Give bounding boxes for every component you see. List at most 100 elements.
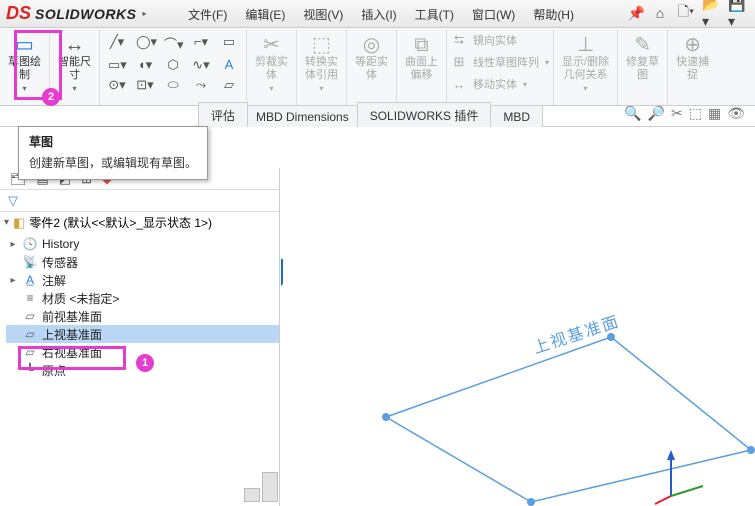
menu-bar: 文件(F) 编辑(E) 视图(V) 插入(I) 工具(T) 窗口(W) 帮助(H… bbox=[0, 3, 582, 25]
menu-file[interactable]: 文件(F) bbox=[180, 4, 235, 25]
menu-insert[interactable]: 插入(I) bbox=[353, 4, 404, 25]
section-view-icon[interactable]: ✂ bbox=[671, 105, 683, 122]
menu-window[interactable]: 窗口(W) bbox=[464, 4, 523, 25]
tab-mbd[interactable]: MBD bbox=[490, 105, 543, 127]
expand-icon[interactable]: ▾ bbox=[4, 217, 9, 228]
tree-item-annotations[interactable]: ▸A̲注解 bbox=[6, 271, 279, 289]
offset-icon: ◎ bbox=[363, 34, 380, 56]
filter-icon[interactable]: ▽ bbox=[8, 193, 18, 209]
spline-tool-icon[interactable]: ∿▾ bbox=[192, 57, 210, 73]
ribbon-group-repair: ✎ 修复草 图 bbox=[618, 30, 668, 105]
move-label: 移动实体 bbox=[473, 76, 517, 92]
command-ribbon: ▭ 草图绘 制 ▾ ↔ 智能尺 寸 ▾ ╱▾ ◯▾ ⌒▾ ⌐▾ ▭ ▭▾ ◖▾ … bbox=[0, 28, 755, 106]
hide-show-icon[interactable]: 👁 bbox=[727, 105, 745, 122]
watermark-line2: WWW.RJZXW.COM bbox=[281, 292, 286, 306]
tree-item-history[interactable]: ▸🕓History bbox=[6, 235, 279, 253]
tree-item-material[interactable]: ≡ 材质 <未指定> bbox=[6, 289, 279, 307]
annotation-highlight-1 bbox=[18, 346, 126, 370]
tree-item-label: History bbox=[42, 237, 79, 251]
ribbon-group-relations: ⊥ 显示/删除 几何关系 ▾ bbox=[554, 30, 618, 105]
view-orientation-icon[interactable]: ⬚ bbox=[689, 105, 702, 122]
repair-label: 修复草 图 bbox=[626, 56, 659, 82]
text-tool-icon[interactable]: A bbox=[220, 57, 238, 73]
dropdown-icon[interactable]: ▾ bbox=[584, 82, 588, 95]
plane-icon: ▱ bbox=[22, 327, 38, 341]
new-doc-icon[interactable]: 🗋▾ bbox=[675, 3, 697, 23]
select-box-icon[interactable]: ▭ bbox=[220, 34, 238, 53]
slot-tool-icon[interactable]: ◖▾ bbox=[136, 57, 154, 73]
convert-entities-button[interactable]: ⬚ 转换实 体引用 ▾ bbox=[301, 32, 342, 97]
centerline-tool-icon[interactable]: ⊡▾ bbox=[136, 77, 154, 93]
show-relations-button[interactable]: ⊥ 显示/删除 几何关系 ▾ bbox=[558, 32, 613, 97]
display-style-icon[interactable]: ▦ bbox=[708, 105, 721, 122]
plane-icon: ▱ bbox=[22, 309, 38, 323]
line-tool-icon[interactable]: ╱▾ bbox=[108, 34, 126, 53]
tree-item-label: 前视基准面 bbox=[42, 308, 102, 325]
polygon-tool-icon[interactable]: ⬡ bbox=[164, 57, 182, 73]
trim-entities-button[interactable]: ✂ 剪裁实 体 ▾ bbox=[251, 32, 292, 97]
tree-item-top-plane[interactable]: ▱ 上视基准面 bbox=[6, 325, 279, 343]
dropdown-icon[interactable]: ▾ bbox=[319, 82, 323, 95]
tree-item-label: 上视基准面 bbox=[42, 326, 102, 343]
move-entities-button[interactable]: ↔移动实体▾ bbox=[451, 76, 549, 92]
dropdown-icon[interactable]: ▾ bbox=[269, 82, 273, 95]
home-icon[interactable]: ⌂ bbox=[649, 3, 671, 23]
ribbon-group-trim: ✂ 剪裁实 体 ▾ bbox=[247, 30, 297, 105]
pattern-icon: ⊞ bbox=[451, 54, 467, 70]
circle-tool-icon[interactable]: ◯▾ bbox=[136, 34, 154, 53]
mirror-entities-button[interactable]: ⮀镜向实体 bbox=[451, 32, 549, 48]
zoom-to-fit-icon[interactable]: 🔍 bbox=[624, 105, 641, 122]
open-doc-icon[interactable]: 📂▾ bbox=[701, 3, 723, 23]
quick-snap-button[interactable]: ⊕ 快速捕 捉 bbox=[672, 32, 713, 84]
expand-icon[interactable]: ▸ bbox=[8, 275, 18, 286]
tree-root-label: 零件2 (默认<<默认>_显示状态 1>) bbox=[29, 214, 212, 231]
panel-scroll-left[interactable] bbox=[244, 488, 260, 502]
graphics-viewport[interactable]: 软件自学网 WWW.RJZXW.COM 上视基准面 bbox=[281, 152, 755, 506]
pattern-label: 线性草图阵列 bbox=[473, 54, 539, 70]
rectangle-tool-icon[interactable]: ▭▾ bbox=[108, 57, 126, 73]
tab-evaluate[interactable]: 评估 bbox=[198, 102, 248, 127]
surface-offset-button[interactable]: ⧉ 曲面上 偏移 bbox=[401, 32, 442, 84]
menu-help[interactable]: 帮助(H) bbox=[525, 4, 582, 25]
ellipse-tool-icon[interactable]: ⬭ bbox=[164, 77, 182, 93]
ribbon-group-mirror-pattern: ⮀镜向实体 ⊞线性草图阵列▾ ↔移动实体▾ bbox=[447, 30, 554, 105]
offset-entities-button[interactable]: ◎ 等距实 体 bbox=[351, 32, 392, 84]
material-icon: ≡ bbox=[22, 291, 38, 305]
tree-item-sensors[interactable]: 📡传感器 bbox=[6, 253, 279, 271]
expand-icon[interactable]: ▸ bbox=[8, 239, 18, 250]
tree-root[interactable]: ▾ ◧ 零件2 (默认<<默认>_显示状态 1>) bbox=[0, 212, 279, 233]
dropdown-icon[interactable]: ▾ bbox=[545, 58, 549, 67]
zoom-area-icon[interactable]: 🔎 bbox=[648, 105, 665, 122]
curve-tool-icon[interactable]: ⤳ bbox=[192, 77, 210, 93]
relations-icon: ⊥ bbox=[577, 34, 594, 56]
sketch-tools-row1: ╱▾ ◯▾ ⌒▾ ⌐▾ ▭ bbox=[102, 32, 244, 55]
menu-tools[interactable]: 工具(T) bbox=[407, 4, 462, 25]
dropdown-icon[interactable]: ▾ bbox=[523, 80, 527, 89]
surface-offset-label: 曲面上 偏移 bbox=[405, 56, 438, 82]
tab-solidworks-addins[interactable]: SOLIDWORKS 插件 bbox=[357, 102, 492, 127]
trim-icon: ✂ bbox=[263, 34, 280, 56]
arc-tool-icon[interactable]: ⌒▾ bbox=[164, 34, 182, 53]
plane-tool-icon[interactable]: ▱ bbox=[220, 77, 238, 93]
point-tool-icon[interactable]: ⊙▾ bbox=[108, 77, 126, 93]
menu-view[interactable]: 视图(V) bbox=[295, 4, 351, 25]
save-icon[interactable]: 💾▾ bbox=[727, 3, 749, 23]
panel-scrollbar[interactable] bbox=[262, 472, 278, 502]
fillet-tool-icon[interactable]: ⌐▾ bbox=[192, 34, 210, 53]
pin-icon[interactable]: 📌 bbox=[628, 5, 645, 22]
snap-icon: ⊕ bbox=[684, 34, 701, 56]
tree-item-front-plane[interactable]: ▱ 前视基准面 bbox=[6, 307, 279, 325]
linear-pattern-button[interactable]: ⊞ 线性草图阵列 ▾ bbox=[451, 54, 549, 70]
repair-icon: ✎ bbox=[634, 34, 651, 56]
ribbon-group-convert: ⬚ 转换实 体引用 ▾ bbox=[297, 30, 347, 105]
sensors-icon: 📡 bbox=[22, 255, 38, 269]
menu-edit[interactable]: 编辑(E) bbox=[237, 4, 293, 25]
dropdown-icon[interactable]: ▾ bbox=[72, 82, 76, 95]
feature-manager-panel: 🗂 ▤ ◩ ⊞ ◆ ▽ ▾ ◧ 零件2 (默认<<默认>_显示状态 1>) ▸🕓… bbox=[0, 168, 280, 506]
tree-item-label: 材质 <未指定> bbox=[42, 290, 119, 307]
mirror-icon: ⮀ bbox=[451, 32, 467, 48]
annotation-badge-2: 2 bbox=[42, 88, 60, 106]
repair-sketch-button[interactable]: ✎ 修复草 图 bbox=[622, 32, 663, 84]
tab-mbd-dimensions[interactable]: MBD Dimensions bbox=[247, 105, 358, 127]
surface-offset-icon: ⧉ bbox=[414, 34, 428, 56]
